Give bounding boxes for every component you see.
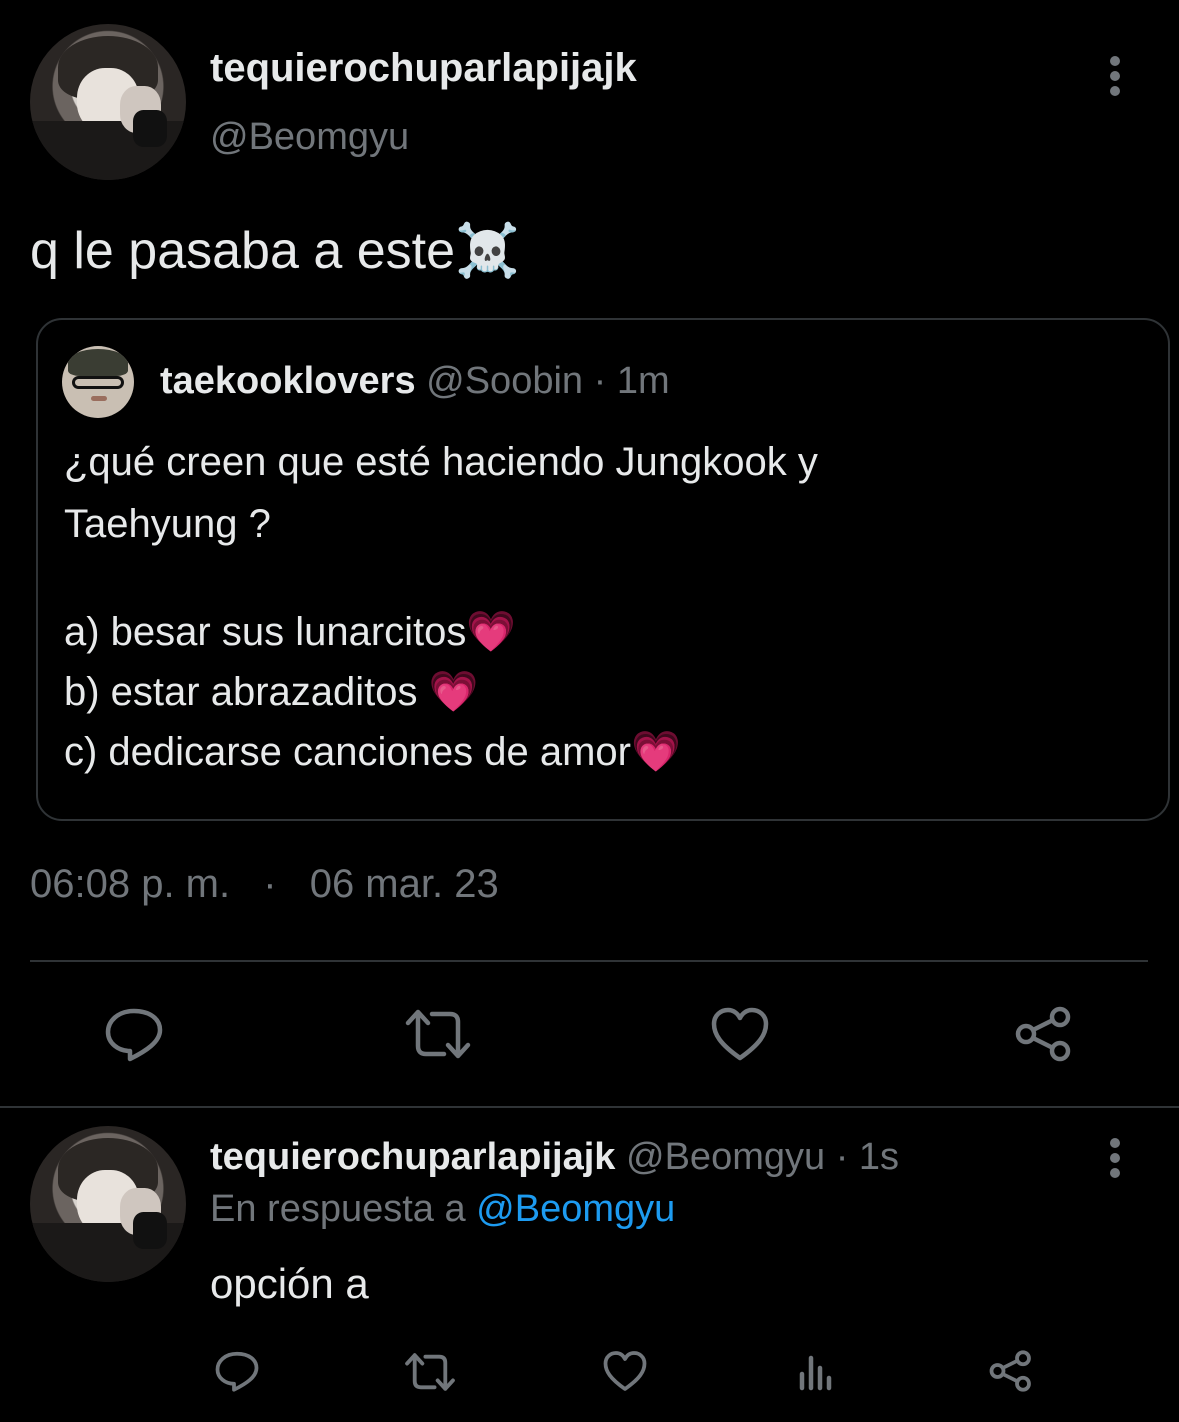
reply-author-avatar[interactable] bbox=[30, 1126, 186, 1282]
quoted-time: 1m bbox=[616, 360, 670, 402]
share-icon[interactable] bbox=[988, 1350, 1034, 1392]
reply-header: tequierochuparlapijajk @Beomgyu · 1s bbox=[210, 1136, 899, 1179]
quoted-line-1: ¿qué creen que esté haciendo Jungkook y bbox=[64, 440, 818, 484]
views-icon[interactable] bbox=[798, 1352, 838, 1392]
retweet-icon[interactable] bbox=[404, 1352, 456, 1392]
quoted-handle: @Soobin bbox=[426, 360, 584, 402]
reply-display-name[interactable]: tequierochuparlapijajk bbox=[210, 1136, 615, 1178]
like-icon[interactable] bbox=[602, 1350, 648, 1392]
timestamp-separator: · bbox=[263, 862, 277, 906]
like-icon[interactable] bbox=[710, 1006, 770, 1062]
quoted-option-b: b) estar abrazaditos 💗 bbox=[64, 670, 479, 714]
quoted-author-avatar bbox=[62, 346, 134, 418]
reply-time: 1s bbox=[858, 1136, 900, 1178]
reply-icon[interactable] bbox=[104, 1006, 164, 1062]
quoted-option-a: a) besar sus lunarcitos💗 bbox=[64, 610, 517, 654]
share-icon[interactable] bbox=[1014, 1006, 1074, 1062]
in-reply-handle-link[interactable]: @Beomgyu bbox=[476, 1188, 675, 1230]
quoted-display-name: taekooklovers bbox=[160, 360, 416, 402]
reply-text: opción a bbox=[210, 1260, 369, 1307]
quoted-line-2: Taehyung ? bbox=[64, 502, 271, 546]
author-handle[interactable]: @Beomgyu bbox=[210, 116, 409, 159]
quoted-separator: · bbox=[593, 360, 607, 402]
author-avatar[interactable] bbox=[30, 24, 186, 180]
timestamp-date: 06 mar. 23 bbox=[309, 862, 499, 906]
reply-icon[interactable] bbox=[214, 1350, 260, 1392]
in-reply-to: En respuesta a @Beomgyu bbox=[210, 1188, 675, 1231]
reply-handle[interactable]: @Beomgyu bbox=[626, 1136, 825, 1178]
author-display-name[interactable]: tequierochuparlapijajk bbox=[210, 46, 637, 91]
retweet-icon[interactable] bbox=[404, 1008, 472, 1060]
tweet-timestamp[interactable]: 06:08 p. m. · 06 mar. 23 bbox=[30, 862, 499, 907]
more-vertical-icon[interactable] bbox=[1100, 1136, 1130, 1180]
in-reply-prefix: En respuesta a bbox=[210, 1188, 466, 1230]
quoted-option-c: c) dedicarse canciones de amor💗 bbox=[64, 730, 681, 774]
divider bbox=[30, 960, 1148, 962]
quoted-tweet-header: taekooklovers @Soobin · 1m bbox=[160, 360, 670, 403]
reply-separator: · bbox=[835, 1136, 849, 1178]
divider bbox=[0, 1106, 1179, 1108]
more-vertical-icon[interactable] bbox=[1100, 54, 1130, 98]
timestamp-time: 06:08 p. m. bbox=[30, 862, 231, 906]
tweet-text: q le pasaba a este☠️ bbox=[30, 222, 520, 280]
